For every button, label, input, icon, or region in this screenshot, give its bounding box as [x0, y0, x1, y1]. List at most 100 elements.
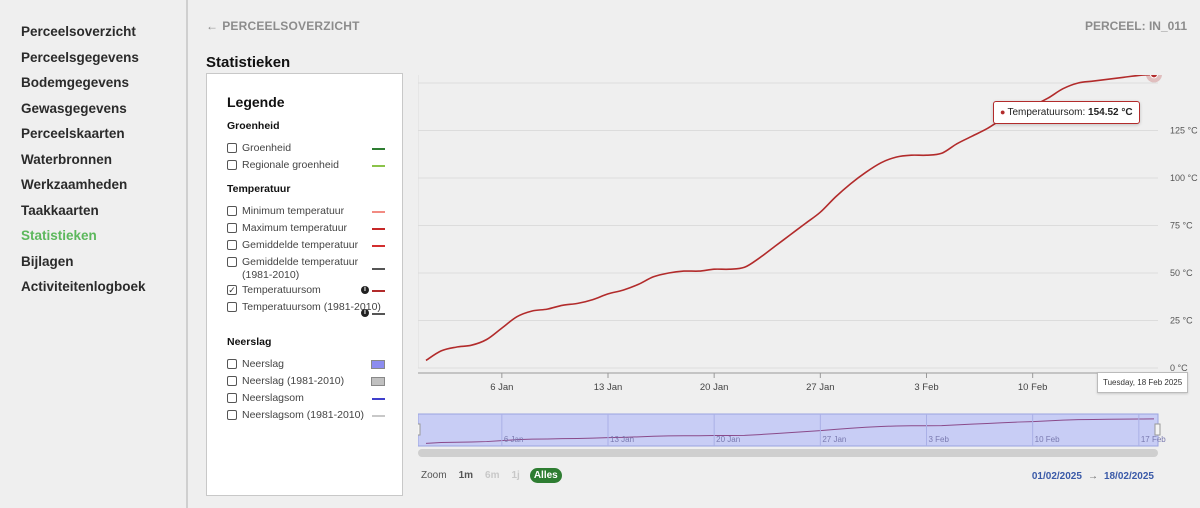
range-arrow: → — [1087, 471, 1098, 482]
legend-item-label: Maximum temperatuur — [242, 222, 348, 234]
zoom-label: Zoom — [421, 470, 447, 481]
tooltip-label: Temperatuursom: — [1007, 107, 1089, 118]
legend-item-label: Neerslag (1981-2010) — [242, 375, 345, 387]
back-to-overview-link[interactable]: ← PERCEELSOVERZICHT — [206, 19, 360, 33]
navigator-tick-label: 6 Jan — [504, 435, 524, 444]
sidebar-item-bodemgegevens[interactable]: Bodemgegevens — [0, 74, 186, 100]
legend-item[interactable]: Gemiddelde temperatuur — [227, 238, 385, 255]
legend-checkbox[interactable] — [227, 206, 237, 216]
arrow-left-icon: ← — [206, 19, 219, 33]
legend-swatch — [372, 415, 385, 417]
legend-swatch — [372, 398, 385, 400]
legend-checkbox[interactable] — [227, 223, 237, 233]
legend-checkbox[interactable] — [227, 257, 237, 267]
legend-item-label: Regionale groenheid — [242, 159, 339, 171]
legend-item[interactable]: Minimum temperatuur — [227, 204, 385, 221]
legend-checkbox[interactable]: ✓ — [227, 285, 237, 295]
zoom-1j-button[interactable]: 1j — [511, 470, 519, 481]
zoom-1m-button[interactable]: 1m — [459, 470, 473, 481]
legend-checkbox[interactable] — [227, 160, 237, 170]
date-tooltip: Tuesday, 18 Feb 2025 — [1097, 372, 1189, 393]
legend-item-label: Minimum temperatuur — [242, 205, 345, 217]
sidebar-item-gewasgegevens[interactable]: Gewasgegevens — [0, 100, 186, 126]
sidebar-item-activiteitenlogboek[interactable]: Activiteitenlogboek — [0, 278, 186, 304]
legend-item[interactable]: Maximum temperatuur — [227, 221, 385, 238]
navigator-scrollbar — [418, 449, 1158, 457]
y-tick-label: 125 °C — [1170, 126, 1198, 136]
sidebar-item-statistieken[interactable]: Statistieken — [0, 227, 186, 253]
navigator-handle-right — [1154, 423, 1161, 436]
legend-title: Legende — [227, 94, 285, 110]
legend-item[interactable]: Neerslag — [227, 357, 385, 374]
sidebar-item-taakkaarten[interactable]: Taakkaarten — [0, 202, 186, 228]
legend-item-label: Groenheid — [242, 142, 292, 154]
legend-item-label: Gemiddelde temperatuur — [242, 239, 359, 251]
legend-checkbox[interactable] — [227, 240, 237, 250]
navigator-tick-label: 27 Jan — [822, 435, 846, 444]
legend-item-label: Neerslag — [242, 358, 285, 370]
legend-item[interactable]: ✓ Temperatuursom i — [227, 283, 385, 300]
sidebar-item-perceelsoverzicht[interactable]: Perceelsoverzicht — [0, 23, 186, 49]
sidebar-item-perceelskaarten[interactable]: Perceelskaarten — [0, 125, 186, 151]
x-tick-label: 6 Jan — [490, 382, 513, 393]
legend-checkbox[interactable] — [227, 143, 237, 153]
legend-item-label: Gemiddelde temperatuur (1981-2010) — [242, 256, 359, 281]
navigator-tick-label: 20 Jan — [716, 435, 740, 444]
legend-item[interactable]: Neerslag (1981-2010) — [227, 374, 385, 391]
temperature-sum-chart: 0 °C25 °C50 °C75 °C100 °C125 °C6 Jan 13 J… — [418, 75, 1198, 457]
tooltip-value: 154.52 °C — [1088, 107, 1133, 118]
legend-gap — [227, 328, 402, 336]
legend-checkbox[interactable] — [227, 359, 237, 369]
y-tick-label: 75 °C — [1170, 221, 1193, 231]
legend-swatch — [372, 228, 385, 230]
range-to-input[interactable]: 18/02/2025 — [1104, 471, 1154, 482]
zoom-all-button[interactable]: Alles — [529, 468, 562, 483]
sidebar-item-perceelsgegevens[interactable]: Perceelsgegevens — [0, 49, 186, 75]
legend-group-title: Groenheid — [227, 120, 280, 132]
sidebar-item-bijlagen[interactable]: Bijlagen — [0, 253, 186, 279]
sidebar-item-waterbronnen[interactable]: Waterbronnen — [0, 151, 186, 177]
legend-swatch — [372, 148, 385, 150]
x-tick-label: 20 Jan — [700, 382, 729, 393]
zoom-bar: Zoom 1m 6m 1j Alles — [421, 468, 562, 483]
legend-checkbox[interactable] — [227, 376, 237, 386]
series-dot-icon: ● — [1000, 107, 1006, 117]
legend-swatch — [372, 268, 385, 270]
legend-checkbox[interactable] — [227, 410, 237, 420]
info-icon[interactable]: i — [361, 309, 369, 317]
navigator-handle-left — [418, 423, 421, 436]
legend-group-title: Temperatuur — [227, 183, 291, 195]
page-title: Statistieken — [206, 54, 291, 71]
legend-checkbox[interactable] — [227, 393, 237, 403]
legend-item[interactable]: Gemiddelde temperatuur (1981-2010) — [227, 255, 385, 283]
x-tick-label: 13 Jan — [594, 382, 623, 393]
chart-tooltip: ● Temperatuursom: 154.52 °C — [993, 101, 1140, 124]
legend-item[interactable]: Temperatuursom (1981-2010) i — [227, 300, 385, 328]
back-link-label: PERCEELSOVERZICHT — [222, 19, 360, 33]
range-from-input[interactable]: 01/02/2025 — [1032, 471, 1082, 482]
navigator-tick-label: 10 Feb — [1035, 435, 1060, 444]
y-tick-label: 100 °C — [1170, 173, 1198, 183]
navigator-tick-label: 3 Feb — [929, 435, 950, 444]
info-icon[interactable]: i — [361, 286, 369, 294]
hover-point — [1150, 75, 1158, 79]
legend-swatch — [371, 360, 385, 369]
y-tick-label: 25 °C — [1170, 316, 1193, 326]
sidebar: Perceelsoverzicht Perceelsgegevens Bodemge… — [0, 0, 188, 508]
legend-swatch — [371, 377, 385, 386]
legend-item[interactable]: Neerslagsom — [227, 391, 385, 408]
legend-swatch — [372, 290, 385, 292]
legend-item-label: Neerslagsom (1981-2010) — [242, 409, 364, 421]
sidebar-item-werkzaamheden[interactable]: Werkzaamheden — [0, 176, 186, 202]
x-tick-label: 27 Jan — [806, 382, 835, 393]
legend-gap — [227, 175, 402, 183]
legend-checkbox[interactable] — [227, 302, 237, 312]
legend-swatch — [372, 245, 385, 247]
legend-item[interactable]: Neerslagsom (1981-2010) — [227, 408, 385, 425]
legend-swatch — [372, 165, 385, 167]
legend-item-label: Neerslagsom — [242, 392, 304, 404]
zoom-6m-button[interactable]: 6m — [485, 470, 499, 481]
legend-swatch — [372, 211, 385, 213]
legend-item[interactable]: Groenheid — [227, 141, 385, 158]
legend-item[interactable]: Regionale groenheid — [227, 158, 385, 175]
